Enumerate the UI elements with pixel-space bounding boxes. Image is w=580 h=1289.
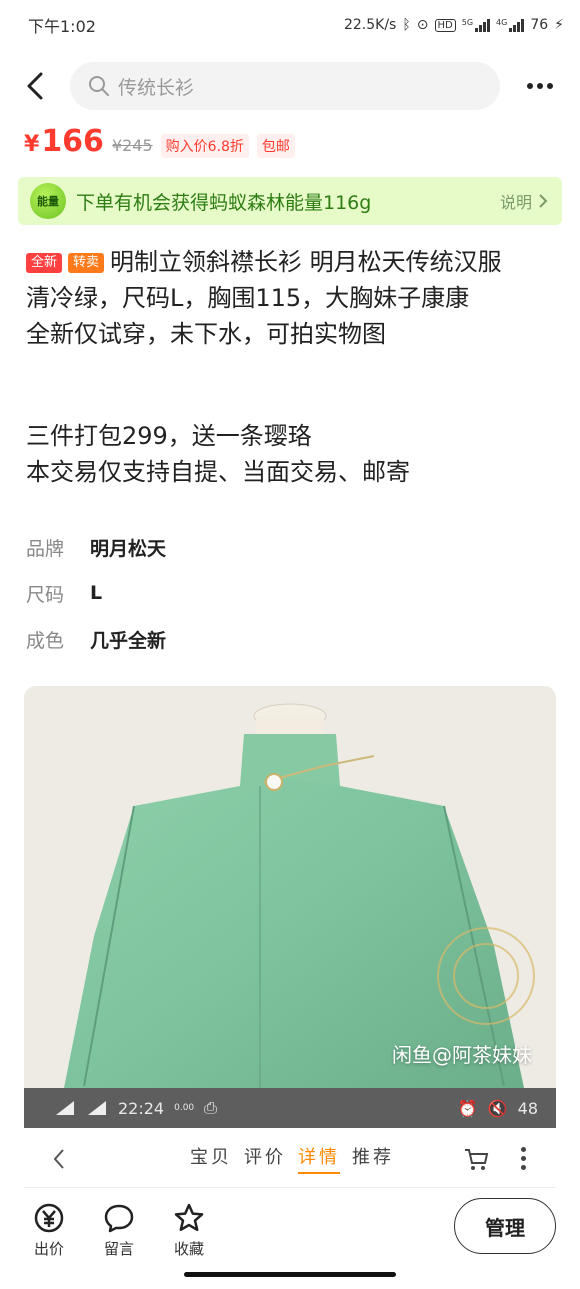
- listing-description: 三件打包299，送一条璎珞 本交易仅支持自提、当面交易、邮寄: [26, 418, 556, 490]
- discount-tag: 购入价6.8折: [160, 134, 249, 158]
- message-button[interactable]: 留言: [84, 1202, 154, 1259]
- home-indicator[interactable]: [184, 1272, 396, 1277]
- search-icon: [89, 76, 109, 96]
- make-offer-button[interactable]: 出价: [14, 1202, 84, 1259]
- price-currency: ¥: [24, 132, 40, 157]
- garment-illustration: [24, 686, 556, 1088]
- product-photo[interactable]: 闲鱼@阿茶妹妹: [24, 686, 556, 1088]
- cart-icon[interactable]: [463, 1147, 489, 1171]
- search-input[interactable]: 传统长衫: [70, 62, 500, 110]
- bottom-action-bar: 出价 留言 收藏 管理: [0, 1190, 580, 1270]
- energy-banner-text: 下单有机会获得蚂蚁森林能量116g: [76, 191, 372, 214]
- photo-watermark: 闲鱼@阿茶妹妹: [392, 1043, 532, 1067]
- back-button[interactable]: [0, 58, 70, 114]
- listing-title-block: 全新 转卖 明制立领斜襟长衫 明月松天传统汉服 清冷绿，尺码L，胸围115，大胸妹子…: [26, 244, 556, 352]
- spec-key: 尺码: [26, 583, 65, 606]
- spec-value: 明月松天: [90, 537, 167, 560]
- current-price: 166: [41, 124, 104, 159]
- status-bar: 下午1:02 22.5K/s ᛒ ⊙ HD 5G 4G 76 ⚡: [0, 0, 580, 50]
- more-dot: [547, 83, 553, 89]
- chevron-left-icon: [53, 1148, 64, 1169]
- screenshot-icon: ⎙: [204, 1098, 217, 1117]
- chevron-left-icon: [27, 72, 43, 100]
- battery-level: 76: [530, 17, 549, 33]
- status-icons: 22.5K/s ᛒ ⊙ HD 5G 4G 76 ⚡: [344, 17, 564, 33]
- signal-4g-icon: 4G: [496, 18, 525, 32]
- tab-details[interactable]: 详情: [298, 1143, 340, 1174]
- inner-back-button[interactable]: [24, 1148, 94, 1170]
- detail-tab-bar: 宝贝 评价 详情 推荐: [24, 1130, 556, 1188]
- inner-nav-actions: [463, 1147, 556, 1171]
- action-label: 留言: [103, 1239, 134, 1258]
- inner-more-button[interactable]: [521, 1147, 526, 1170]
- signal-icon: [88, 1101, 106, 1115]
- signal-5g-icon: 5G: [462, 18, 491, 32]
- embedded-status-bar: 22:24 0.00 ⎙ ⏰ 🔇 48: [24, 1088, 556, 1128]
- alarm-icon: ⏰: [457, 1098, 478, 1118]
- chat-bubble-icon: [104, 1204, 134, 1232]
- status-time: 下午1:02: [28, 17, 96, 36]
- spec-row-condition: 成色 几乎全新: [26, 616, 166, 662]
- mute-icon: 🔇: [487, 1098, 508, 1118]
- action-label: 收藏: [173, 1239, 204, 1258]
- network-speed: 22.5K/s: [343, 17, 397, 33]
- tab-reviews[interactable]: 评价: [244, 1143, 286, 1174]
- spec-value: L: [90, 582, 103, 604]
- bluetooth-icon: ᛒ: [402, 17, 411, 33]
- chevron-right-icon: [539, 194, 548, 208]
- new-badge: 全新: [26, 253, 63, 273]
- tab-recommend[interactable]: 推荐: [352, 1143, 394, 1174]
- energy-info-link[interactable]: 说明: [500, 189, 548, 213]
- spec-list: 品牌 明月松天 尺码 L 成色 几乎全新: [26, 524, 166, 662]
- embedded-time: 22:24: [118, 1098, 165, 1118]
- tab-list: 宝贝 评价 详情 推荐: [190, 1143, 394, 1174]
- description-line: 清冷绿，尺码L，胸围115，大胸妹子康康: [26, 284, 470, 312]
- energy-icon: 能量: [30, 183, 66, 219]
- star-icon: [174, 1203, 204, 1231]
- more-dot: [537, 83, 543, 89]
- description-line: 本交易仅支持自提、当面交易、邮寄: [26, 458, 410, 486]
- signal-icon: [56, 1101, 74, 1115]
- ant-forest-energy-banner[interactable]: 能量 下单有机会获得蚂蚁森林能量116g 说明: [18, 177, 562, 225]
- description-line: 三件打包299，送一条璎珞: [26, 422, 312, 450]
- more-options-button[interactable]: [500, 58, 580, 114]
- spec-key: 品牌: [26, 537, 65, 560]
- manage-button[interactable]: 管理: [454, 1198, 556, 1254]
- listing-title: 全新 转卖 明制立领斜襟长衫 明月松天传统汉服: [26, 244, 556, 280]
- original-price: ¥245: [111, 136, 153, 155]
- free-shipping-tag: 包邮: [256, 134, 295, 158]
- yen-icon: [34, 1203, 64, 1232]
- favorite-button[interactable]: 收藏: [154, 1202, 224, 1259]
- hd-icon: HD: [434, 18, 456, 32]
- resell-badge: 转卖: [68, 253, 105, 273]
- title-text: 明制立领斜襟长衫 明月松天传统汉服: [110, 248, 502, 276]
- tab-item[interactable]: 宝贝: [190, 1143, 232, 1174]
- embedded-battery: 48: [517, 1098, 538, 1118]
- more-dot: [527, 83, 533, 89]
- spec-row-size: 尺码 L: [26, 570, 166, 616]
- alarm-icon: ⊙: [416, 17, 429, 33]
- spec-value: 几乎全新: [90, 629, 167, 652]
- price-row: ¥ 166 ¥245 购入价6.8折 包邮: [24, 124, 295, 164]
- search-placeholder: 传统长衫: [118, 76, 195, 99]
- top-nav-bar: 传统长衫: [0, 58, 580, 114]
- charging-icon: ⚡: [554, 17, 564, 33]
- action-label: 出价: [33, 1239, 64, 1258]
- spec-key: 成色: [26, 629, 65, 652]
- embedded-speed: 0.00: [174, 1103, 195, 1113]
- spec-row-brand: 品牌 明月松天: [26, 524, 166, 570]
- description-line: 全新仅试穿，未下水，可拍实物图: [26, 320, 386, 348]
